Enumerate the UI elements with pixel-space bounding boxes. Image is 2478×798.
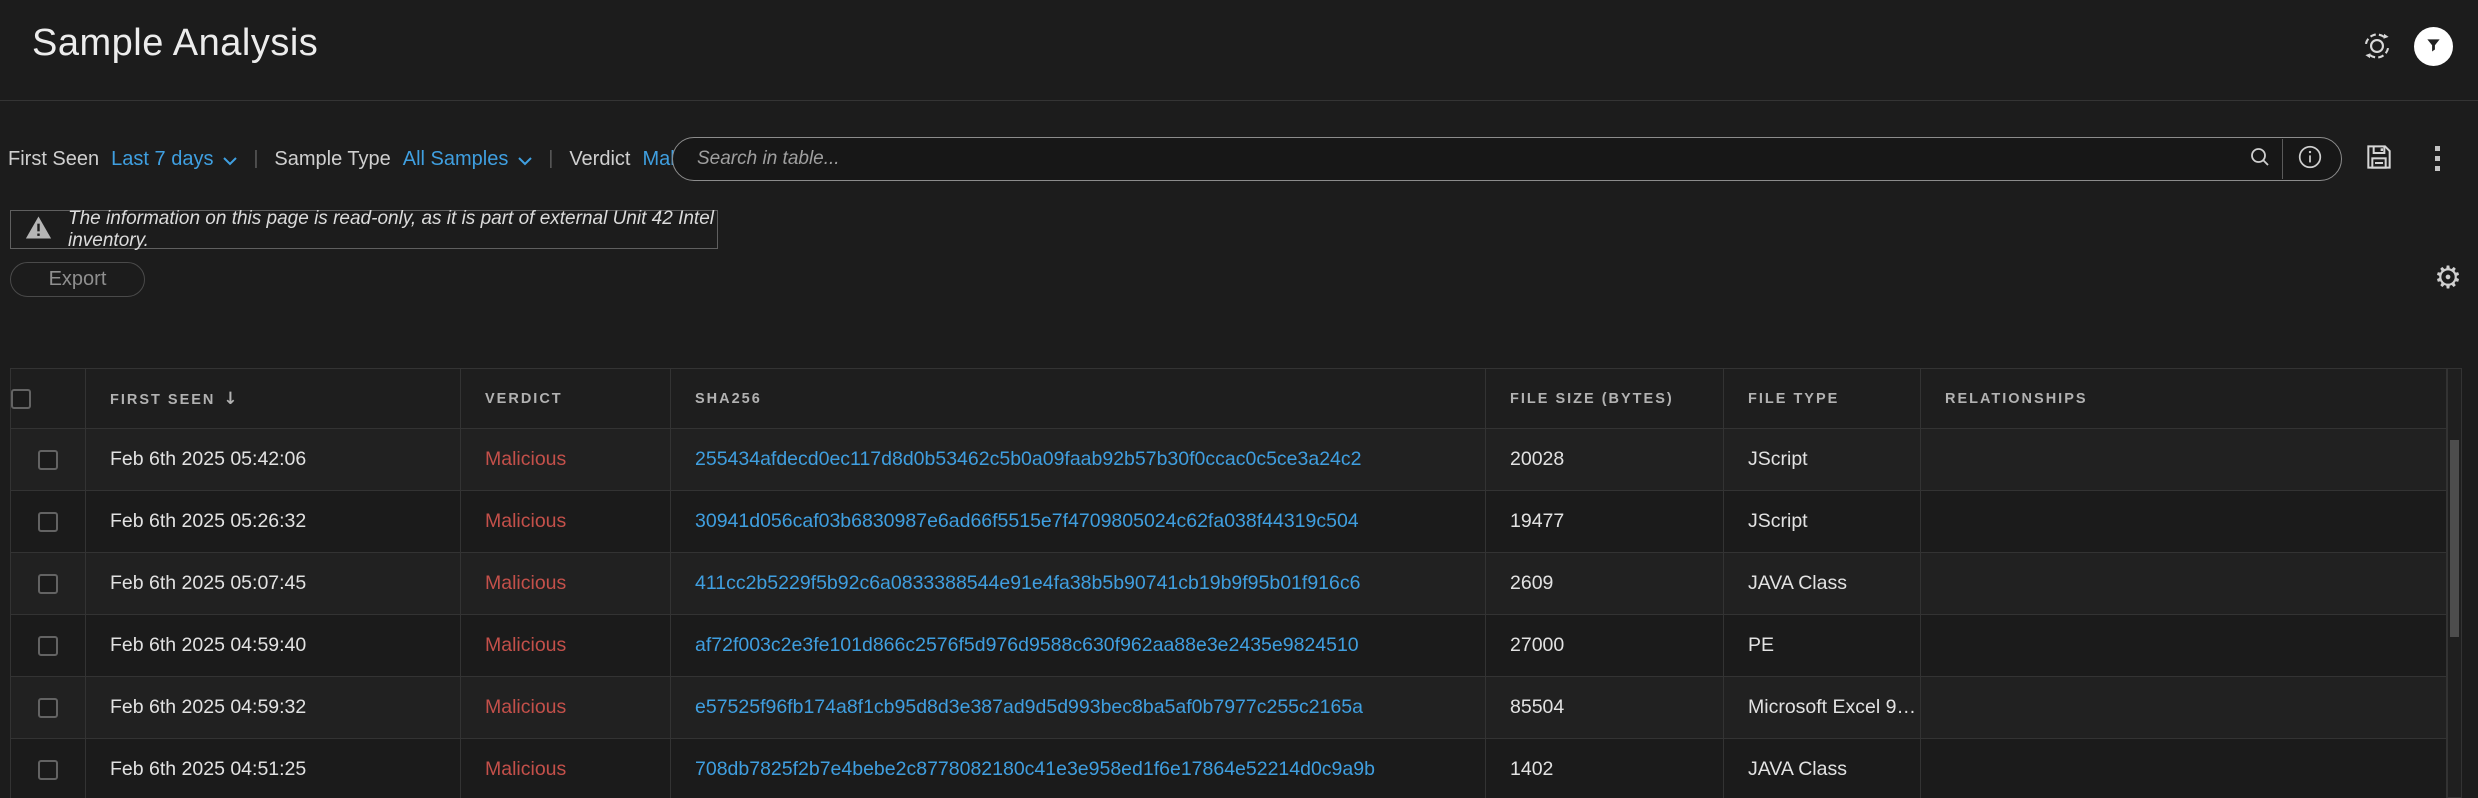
file-type-cell: JScript (1724, 491, 1921, 553)
first-seen-cell: Feb 6th 2025 04:59:32 (86, 677, 461, 739)
verdict-badge: Malicious (485, 758, 566, 780)
file-type-cell: JAVA Class (1724, 739, 1921, 798)
table-row: Feb 6th 2025 04:51:25 Malicious 708db782… (11, 739, 2447, 798)
filter-first-seen-label: First Seen (8, 148, 99, 171)
search-input[interactable] (673, 148, 2244, 170)
sha256-link[interactable]: 30941d056caf03b6830987e6ad66f5515e7f4709… (695, 510, 1359, 532)
first-seen-cell: Feb 6th 2025 05:42:06 (86, 429, 461, 491)
warning-icon (25, 216, 52, 244)
kebab-icon (2435, 166, 2440, 171)
table-row: Feb 6th 2025 05:26:32 Malicious 30941d05… (11, 491, 2447, 553)
file-size-cell: 1402 (1486, 739, 1724, 798)
info-icon[interactable] (2297, 144, 2323, 175)
page-title: Sample Analysis (32, 22, 318, 65)
save-icon (2363, 141, 2395, 176)
relationships-cell (1921, 615, 2447, 677)
file-size-cell: 85504 (1486, 677, 1724, 739)
first-seen-cell: Feb 6th 2025 05:07:45 (86, 553, 461, 615)
column-header-relationships[interactable]: Relationships (1921, 369, 2447, 429)
sha256-link[interactable]: af72f003c2e3fe101d866c2576f5d976d9588c63… (695, 634, 1359, 656)
file-type-cell: PE (1724, 615, 1921, 677)
chevron-down-icon (223, 149, 237, 172)
more-options-button[interactable] (2424, 139, 2450, 177)
gear-icon[interactable]: ⚙ (2428, 258, 2468, 298)
row-checkbox[interactable] (38, 450, 58, 470)
first-seen-cell: Feb 6th 2025 05:26:32 (86, 491, 461, 553)
table-row: Feb 6th 2025 05:07:45 Malicious 411cc2b5… (11, 553, 2447, 615)
table-search-box (672, 137, 2342, 181)
relationships-cell (1921, 491, 2447, 553)
table-header-row: First Seen ↓ Verdict SHA256 File Size (By… (11, 369, 2447, 429)
verdict-badge: Malicious (485, 572, 566, 594)
file-size-cell: 27000 (1486, 615, 1724, 677)
select-all-checkbox[interactable] (11, 389, 31, 409)
export-button[interactable]: Export (10, 262, 145, 297)
column-header-sha256[interactable]: SHA256 (671, 369, 1486, 429)
column-header-first-seen[interactable]: First Seen ↓ (86, 369, 461, 429)
sha256-link[interactable]: 708db7825f2b7e4bebe2c8778082180c41e3e958… (695, 758, 1375, 780)
top-bar: Sample Analysis (0, 0, 2478, 101)
refresh-icon (2360, 29, 2394, 66)
kebab-icon (2435, 146, 2440, 151)
file-size-cell: 2609 (1486, 553, 1724, 615)
banner-text: The information on this page is read-onl… (68, 208, 717, 252)
save-view-button[interactable] (2362, 141, 2396, 175)
samples-table: First Seen ↓ Verdict SHA256 File Size (By… (10, 368, 2447, 798)
relationships-cell (1921, 677, 2447, 739)
relationships-cell (1921, 739, 2447, 798)
filter-divider: | (548, 148, 553, 170)
sample-analysis-page: Sample Analysis First Seen (0, 0, 2478, 798)
funnel-icon (2425, 37, 2442, 57)
filter-sample-type-label: Sample Type (274, 148, 390, 171)
filter-sample-type-value[interactable]: All Samples (403, 148, 509, 171)
verdict-badge: Malicious (485, 448, 566, 470)
file-type-cell: JScript (1724, 429, 1921, 491)
sha256-link[interactable]: 411cc2b5229f5b92c6a0833388544e91e4fa38b5… (695, 572, 1360, 594)
file-type-cell: JAVA Class (1724, 553, 1921, 615)
filter-first-seen-value[interactable]: Last 7 days (111, 148, 213, 171)
first-seen-cell: Feb 6th 2025 04:59:40 (86, 615, 461, 677)
chevron-down-icon (518, 149, 532, 172)
file-size-cell: 20028 (1486, 429, 1724, 491)
column-header-file-size[interactable]: File Size (Bytes) (1486, 369, 1724, 429)
refresh-button[interactable] (2360, 30, 2394, 64)
column-header-label: First Seen (110, 392, 215, 408)
row-checkbox[interactable] (38, 636, 58, 656)
table-row: Feb 6th 2025 04:59:40 Malicious af72f003… (11, 615, 2447, 677)
relationships-cell (1921, 429, 2447, 491)
verdict-badge: Malicious (485, 696, 566, 718)
row-checkbox[interactable] (38, 760, 58, 780)
file-size-cell: 19477 (1486, 491, 1724, 553)
scrollbar-thumb[interactable] (2450, 440, 2459, 637)
table-scrollbar[interactable] (2447, 368, 2462, 798)
table-row: Feb 6th 2025 05:42:06 Malicious 255434af… (11, 429, 2447, 491)
avatar-filter-button[interactable] (2414, 27, 2453, 66)
sort-descending-icon[interactable]: ↓ (223, 389, 237, 409)
row-checkbox[interactable] (38, 512, 58, 532)
first-seen-cell: Feb 6th 2025 04:51:25 (86, 739, 461, 798)
row-checkbox[interactable] (38, 698, 58, 718)
filter-verdict-label: Verdict (569, 148, 630, 171)
file-type-cell: Microsoft Excel 9… (1724, 677, 1921, 739)
sha256-link[interactable]: 255434afdecd0ec117d8d0b53462c5b0a09faab9… (695, 448, 1362, 470)
read-only-banner: The information on this page is read-onl… (10, 210, 718, 249)
relationships-cell (1921, 553, 2447, 615)
column-header-verdict[interactable]: Verdict (461, 369, 671, 429)
filter-sample-type[interactable]: Sample Type All Samples (274, 146, 532, 172)
filter-divider: | (253, 148, 258, 170)
kebab-icon (2435, 156, 2440, 161)
filter-first-seen[interactable]: First Seen Last 7 days (8, 146, 237, 172)
filter-bar: First Seen Last 7 days | Sample Type All… (8, 146, 750, 172)
search-icon[interactable] (2248, 145, 2272, 174)
verdict-badge: Malicious (485, 634, 566, 656)
row-checkbox[interactable] (38, 574, 58, 594)
verdict-badge: Malicious (485, 510, 566, 532)
column-header-file-type[interactable]: File Type (1724, 369, 1921, 429)
search-box-divider (2282, 139, 2283, 179)
sha256-link[interactable]: e57525f96fb174a8f1cb95d8d3e387ad9d5d993b… (695, 696, 1363, 718)
table-row: Feb 6th 2025 04:59:32 Malicious e57525f9… (11, 677, 2447, 739)
